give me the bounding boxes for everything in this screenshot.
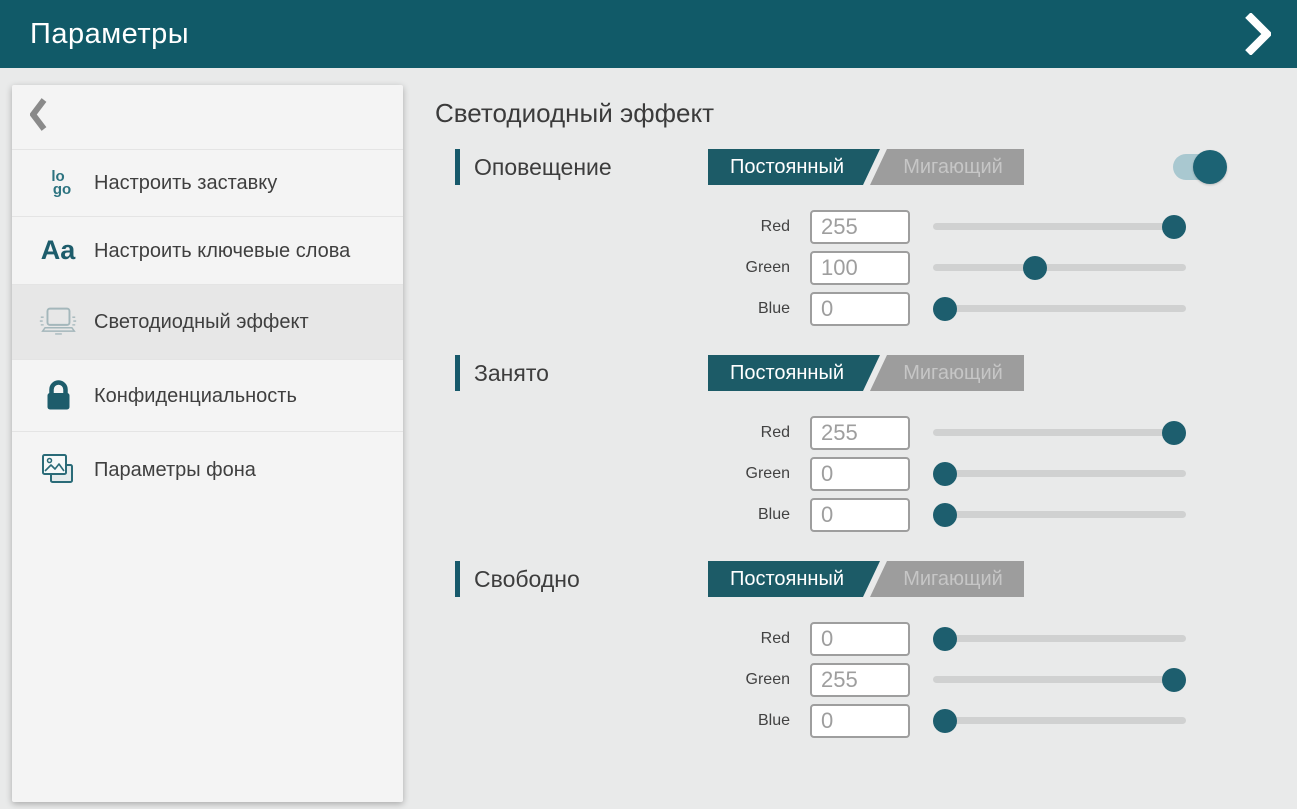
sidebar-item-label: Конфиденциальность <box>94 383 297 409</box>
text-Aa-icon: Aa <box>36 237 80 264</box>
sidebar-item-led-effect[interactable]: Светодиодный эффект <box>12 284 403 359</box>
red-slider[interactable] <box>933 627 1186 651</box>
green-label: Green <box>705 259 790 277</box>
blue-label: Blue <box>705 506 790 524</box>
green-slider[interactable] <box>933 256 1186 280</box>
red-slider[interactable] <box>933 421 1186 445</box>
slider-track <box>933 635 1186 642</box>
green-value-input[interactable] <box>810 457 910 491</box>
section-title: Свободно <box>455 561 708 597</box>
led-effect-panel: Светодиодный эффект Оповещение Постоянны… <box>435 90 1297 763</box>
led-screen-icon <box>36 305 80 339</box>
slider-track <box>933 264 1186 271</box>
blue-label: Blue <box>705 712 790 730</box>
slider-thumb[interactable] <box>1162 421 1186 445</box>
green-label: Green <box>705 671 790 689</box>
slider-thumb[interactable] <box>933 503 957 527</box>
blue-slider[interactable] <box>933 297 1186 321</box>
slider-thumb[interactable] <box>933 462 957 486</box>
slider-thumb[interactable] <box>1162 215 1186 239</box>
green-row: Green <box>455 662 1297 698</box>
red-label: Red <box>705 424 790 442</box>
red-value-input[interactable] <box>810 210 910 244</box>
mode-solid-button[interactable]: Постоянный <box>708 355 880 391</box>
slider-track <box>933 223 1186 230</box>
app-title: Параметры <box>30 18 189 51</box>
sidebar-item-splash-screen[interactable]: lo go Настроить заставку <box>12 149 403 216</box>
mode-toggle-free: Постоянный Мигающий <box>708 561 1024 597</box>
sidebar-collapse-button[interactable] <box>12 85 403 149</box>
red-slider[interactable] <box>933 215 1186 239</box>
chevron-left-icon <box>30 98 47 136</box>
background-images-icon <box>36 452 80 488</box>
sidebar-item-label: Настроить заставку <box>94 170 277 196</box>
logo-icon: lo go <box>36 170 80 196</box>
green-row: Green <box>455 456 1297 492</box>
sidebar-item-background[interactable]: Параметры фона <box>12 431 403 508</box>
accent-bar <box>455 355 460 391</box>
blue-row: Blue <box>455 291 1297 327</box>
section-title: Занято <box>455 355 708 391</box>
slider-thumb[interactable] <box>933 627 957 651</box>
blue-label: Blue <box>705 300 790 318</box>
sidebar-item-privacy[interactable]: Конфиденциальность <box>12 359 403 431</box>
red-label: Red <box>705 218 790 236</box>
mode-toggle-busy: Постоянный Мигающий <box>708 355 1024 391</box>
green-row: Green <box>455 250 1297 286</box>
slider-thumb[interactable] <box>1162 668 1186 692</box>
section-title: Оповещение <box>455 149 708 185</box>
settings-sidebar: lo go Настроить заставку Aa Настроить кл… <box>12 85 403 802</box>
blue-value-input[interactable] <box>810 704 910 738</box>
chevron-right-icon[interactable] <box>1245 13 1271 55</box>
app-header: Параметры <box>0 0 1297 68</box>
notification-led-switch[interactable] <box>1173 154 1219 180</box>
green-slider[interactable] <box>933 668 1186 692</box>
slider-track <box>933 676 1186 683</box>
blue-value-input[interactable] <box>810 498 910 532</box>
mode-blinking-button[interactable]: Мигающий <box>870 149 1024 185</box>
slider-track <box>933 717 1186 724</box>
red-label: Red <box>705 630 790 648</box>
slider-track <box>933 470 1186 477</box>
section-free: Свободно Постоянный Мигающий Red Green <box>435 557 1297 739</box>
green-value-input[interactable] <box>810 663 910 697</box>
page-title: Светодиодный эффект <box>435 98 1297 129</box>
sidebar-item-label: Настроить ключевые слова <box>94 238 350 264</box>
mode-blinking-button[interactable]: Мигающий <box>870 355 1024 391</box>
slider-track <box>933 429 1186 436</box>
green-label: Green <box>705 465 790 483</box>
sidebar-item-label: Светодиодный эффект <box>94 309 309 335</box>
slider-track <box>933 511 1186 518</box>
green-value-input[interactable] <box>810 251 910 285</box>
green-slider[interactable] <box>933 462 1186 486</box>
red-value-input[interactable] <box>810 622 910 656</box>
mode-solid-button[interactable]: Постоянный <box>708 561 880 597</box>
switch-knob <box>1193 150 1227 184</box>
red-row: Red <box>455 209 1297 245</box>
lock-icon <box>36 380 80 411</box>
red-row: Red <box>455 415 1297 451</box>
red-value-input[interactable] <box>810 416 910 450</box>
sidebar-item-label: Параметры фона <box>94 457 256 483</box>
mode-blinking-button[interactable]: Мигающий <box>870 561 1024 597</box>
mode-toggle-notification: Постоянный Мигающий <box>708 149 1024 185</box>
blue-slider[interactable] <box>933 503 1186 527</box>
section-notification: Оповещение Постоянный Мигающий Red <box>435 145 1297 327</box>
slider-thumb[interactable] <box>933 297 957 321</box>
red-row: Red <box>455 621 1297 657</box>
accent-bar <box>455 561 460 597</box>
slider-thumb[interactable] <box>1023 256 1047 280</box>
mode-solid-button[interactable]: Постоянный <box>708 149 880 185</box>
blue-slider[interactable] <box>933 709 1186 733</box>
blue-row: Blue <box>455 703 1297 739</box>
blue-row: Blue <box>455 497 1297 533</box>
sidebar-item-keywords[interactable]: Aa Настроить ключевые слова <box>12 216 403 284</box>
slider-track <box>933 305 1186 312</box>
section-busy: Занято Постоянный Мигающий Red Green <box>435 351 1297 533</box>
accent-bar <box>455 149 460 185</box>
slider-thumb[interactable] <box>933 709 957 733</box>
blue-value-input[interactable] <box>810 292 910 326</box>
